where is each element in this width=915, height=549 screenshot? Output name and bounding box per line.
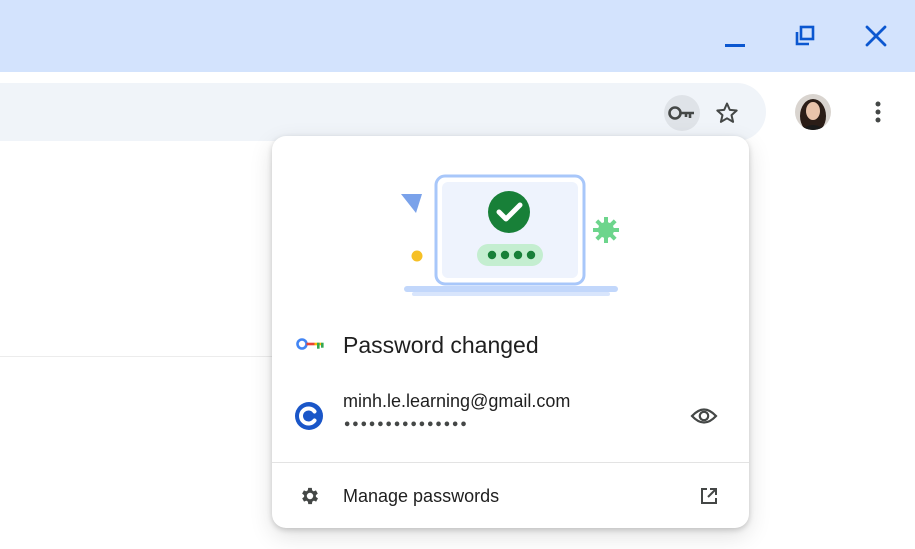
- restore-icon: [795, 25, 815, 46]
- star-icon: [716, 102, 738, 123]
- password-key-button[interactable]: [664, 95, 700, 131]
- address-bar[interactable]: [0, 83, 766, 141]
- more-menu-button[interactable]: [860, 94, 896, 130]
- show-password-button[interactable]: [682, 399, 726, 433]
- bookmark-star-button[interactable]: [709, 95, 745, 131]
- close-button[interactable]: [854, 14, 898, 58]
- avatar[interactable]: [795, 94, 831, 130]
- laptop-success-illustration: [401, 174, 619, 296]
- bubble-header: Password changed: [272, 326, 749, 366]
- toolbar: [0, 72, 915, 142]
- minimize-icon: [725, 44, 745, 47]
- colored-key-icon: [296, 338, 324, 350]
- open-in-new-icon: [701, 488, 717, 504]
- page-divider: [0, 356, 272, 357]
- restore-button[interactable]: [783, 14, 827, 58]
- title-bar: [0, 0, 915, 72]
- bubble-title: Password changed: [343, 332, 539, 358]
- close-icon: [865, 25, 887, 47]
- credential-row: minh.le.learning@gmail.com •••••••••••••…: [272, 381, 749, 441]
- bubble-divider: [272, 462, 749, 463]
- gear-icon: [302, 487, 318, 505]
- site-c-icon: [295, 402, 323, 430]
- password-mask: •••••••••••••••: [343, 418, 468, 433]
- username-text: minh.le.learning@gmail.com: [343, 391, 571, 411]
- eye-icon: [690, 408, 718, 424]
- profile-photo: [795, 94, 831, 130]
- password-changed-bubble: Password changed minh.le.learning@gmail.…: [272, 136, 749, 528]
- key-icon: [668, 106, 694, 120]
- manage-passwords-button[interactable]: Manage passwords: [272, 474, 749, 518]
- more-vert-icon: [875, 101, 881, 123]
- minimize-button[interactable]: [713, 14, 757, 58]
- manage-passwords-label: Manage passwords: [343, 486, 500, 506]
